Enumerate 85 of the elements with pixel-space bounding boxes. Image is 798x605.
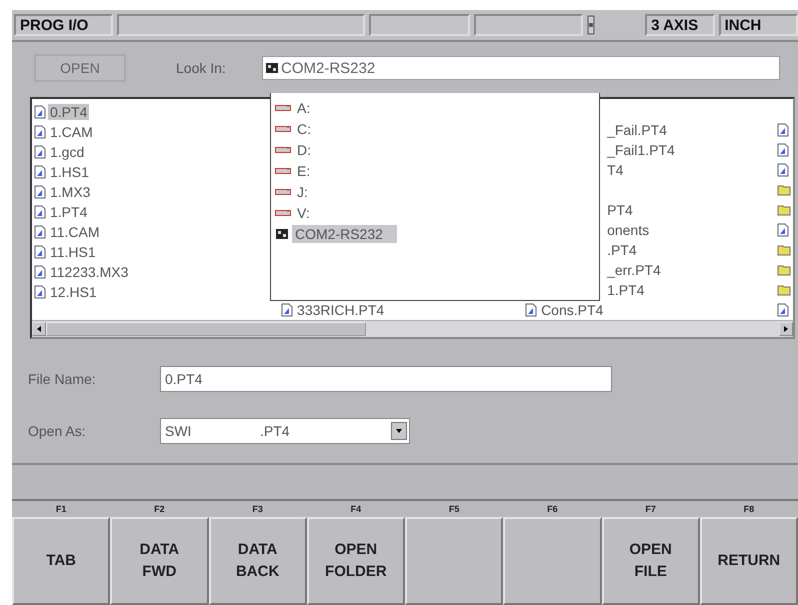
file-icon xyxy=(777,163,790,177)
function-key-label: F2 xyxy=(153,503,166,516)
file-name[interactable]: 12.HS1 xyxy=(48,284,99,300)
file-icon xyxy=(34,185,46,199)
folder-icon xyxy=(777,244,792,256)
drive-icon xyxy=(275,166,291,174)
file-icon xyxy=(777,223,790,237)
indicator-icon xyxy=(587,15,596,35)
file-name[interactable]: PT4 xyxy=(605,202,635,218)
file-icon xyxy=(777,143,790,157)
drive-icon xyxy=(275,124,291,132)
file-icon xyxy=(281,303,294,317)
file-icon xyxy=(777,123,790,137)
dropdown-item[interactable]: COM2-RS232 xyxy=(292,224,397,242)
dropdown-item[interactable]: A: xyxy=(294,98,314,116)
drive-icon xyxy=(275,188,291,196)
file-name[interactable]: 11.HS1 xyxy=(48,244,98,260)
file-name[interactable]: 112233.MX3 xyxy=(48,264,130,280)
file-name[interactable]: 1.MX3 xyxy=(48,184,92,200)
softkey-button[interactable]: DATA BACK xyxy=(208,517,307,605)
file-name[interactable]: _Fail1.PT4 xyxy=(605,142,677,158)
dropdown-item[interactable]: C: xyxy=(294,120,314,138)
softkey-button[interactable]: RETURN xyxy=(700,517,798,605)
softkey-button[interactable] xyxy=(503,517,602,605)
file-icon xyxy=(777,303,790,317)
file-name[interactable]: _Fail.PT4 xyxy=(605,122,669,138)
open-as-dropdown[interactable]: SWI .PT4 xyxy=(160,418,410,444)
drive-icon xyxy=(275,104,291,112)
status-cell: INCH xyxy=(718,14,798,36)
file-name[interactable]: 0.PT4 xyxy=(48,104,90,120)
function-key-label: F5 xyxy=(448,503,460,516)
file-name[interactable]: 1.gcd xyxy=(48,144,86,160)
file-icon xyxy=(34,105,46,119)
file-name[interactable]: 333RICH.PT4 xyxy=(295,302,386,318)
drive-icon xyxy=(275,208,291,216)
function-key-label: F6 xyxy=(546,503,559,516)
file-name[interactable]: Cons.PT4 xyxy=(539,302,606,318)
look-in-label: Look In: xyxy=(176,60,227,76)
file-name[interactable]: 1.HS1 xyxy=(48,164,91,180)
function-key-label: F7 xyxy=(644,503,657,516)
function-key-label: F8 xyxy=(742,503,756,516)
function-key-label: F4 xyxy=(350,503,362,516)
folder-icon xyxy=(777,184,792,196)
folder-icon xyxy=(777,264,792,276)
scrollbar-thumb[interactable] xyxy=(46,322,366,336)
status-cell: PROG I/O xyxy=(14,14,114,36)
folder-icon xyxy=(777,284,792,296)
file-icon xyxy=(34,245,46,259)
dropdown-item[interactable]: D: xyxy=(294,140,314,158)
file-name[interactable]: 1.CAM xyxy=(48,124,95,140)
folder-icon xyxy=(777,204,792,216)
port-icon xyxy=(265,61,279,75)
port-icon xyxy=(275,226,289,240)
file-name-label: File Name: xyxy=(28,371,97,387)
dropdown-item[interactable]: E: xyxy=(294,162,314,180)
function-key-label: F1 xyxy=(54,503,68,516)
softkey-button[interactable]: OPEN FOLDER xyxy=(306,517,405,605)
softkey-button[interactable]: DATA FWD xyxy=(110,517,208,605)
file-name[interactable]: _err.PT4 xyxy=(605,262,663,278)
look-in-field[interactable]: COM2-RS232 xyxy=(262,56,780,80)
file-icon xyxy=(34,265,46,279)
status-cell: 3 AXIS xyxy=(645,14,715,36)
function-key-label: F3 xyxy=(251,503,264,516)
file-icon xyxy=(34,145,46,159)
file-name[interactable]: 1.PT4 xyxy=(605,282,646,298)
file-icon xyxy=(34,165,46,179)
dropdown-item[interactable]: V: xyxy=(294,204,313,222)
softkey-button[interactable]: OPEN FILE xyxy=(602,517,700,605)
dropdown-item[interactable]: J: xyxy=(294,182,311,200)
file-name[interactable]: .PT4 xyxy=(605,242,639,258)
file-name[interactable]: 1.PT4 xyxy=(48,204,90,220)
open-as-label: Open As: xyxy=(28,423,87,439)
softkey-button[interactable]: TAB xyxy=(12,517,110,605)
file-icon xyxy=(34,285,46,299)
file-icon xyxy=(34,205,46,219)
file-name[interactable]: T4 xyxy=(605,162,626,178)
softkey-button[interactable] xyxy=(405,517,504,605)
file-icon xyxy=(34,225,46,239)
file-icon xyxy=(525,303,538,317)
file-name[interactable]: onents xyxy=(605,222,652,238)
file-name-field[interactable]: 0.PT4 xyxy=(160,366,612,392)
horizontal-scrollbar[interactable] xyxy=(32,320,793,337)
file-name[interactable]: 11.CAM xyxy=(48,224,102,240)
file-icon xyxy=(34,125,46,139)
drive-icon xyxy=(275,146,291,154)
